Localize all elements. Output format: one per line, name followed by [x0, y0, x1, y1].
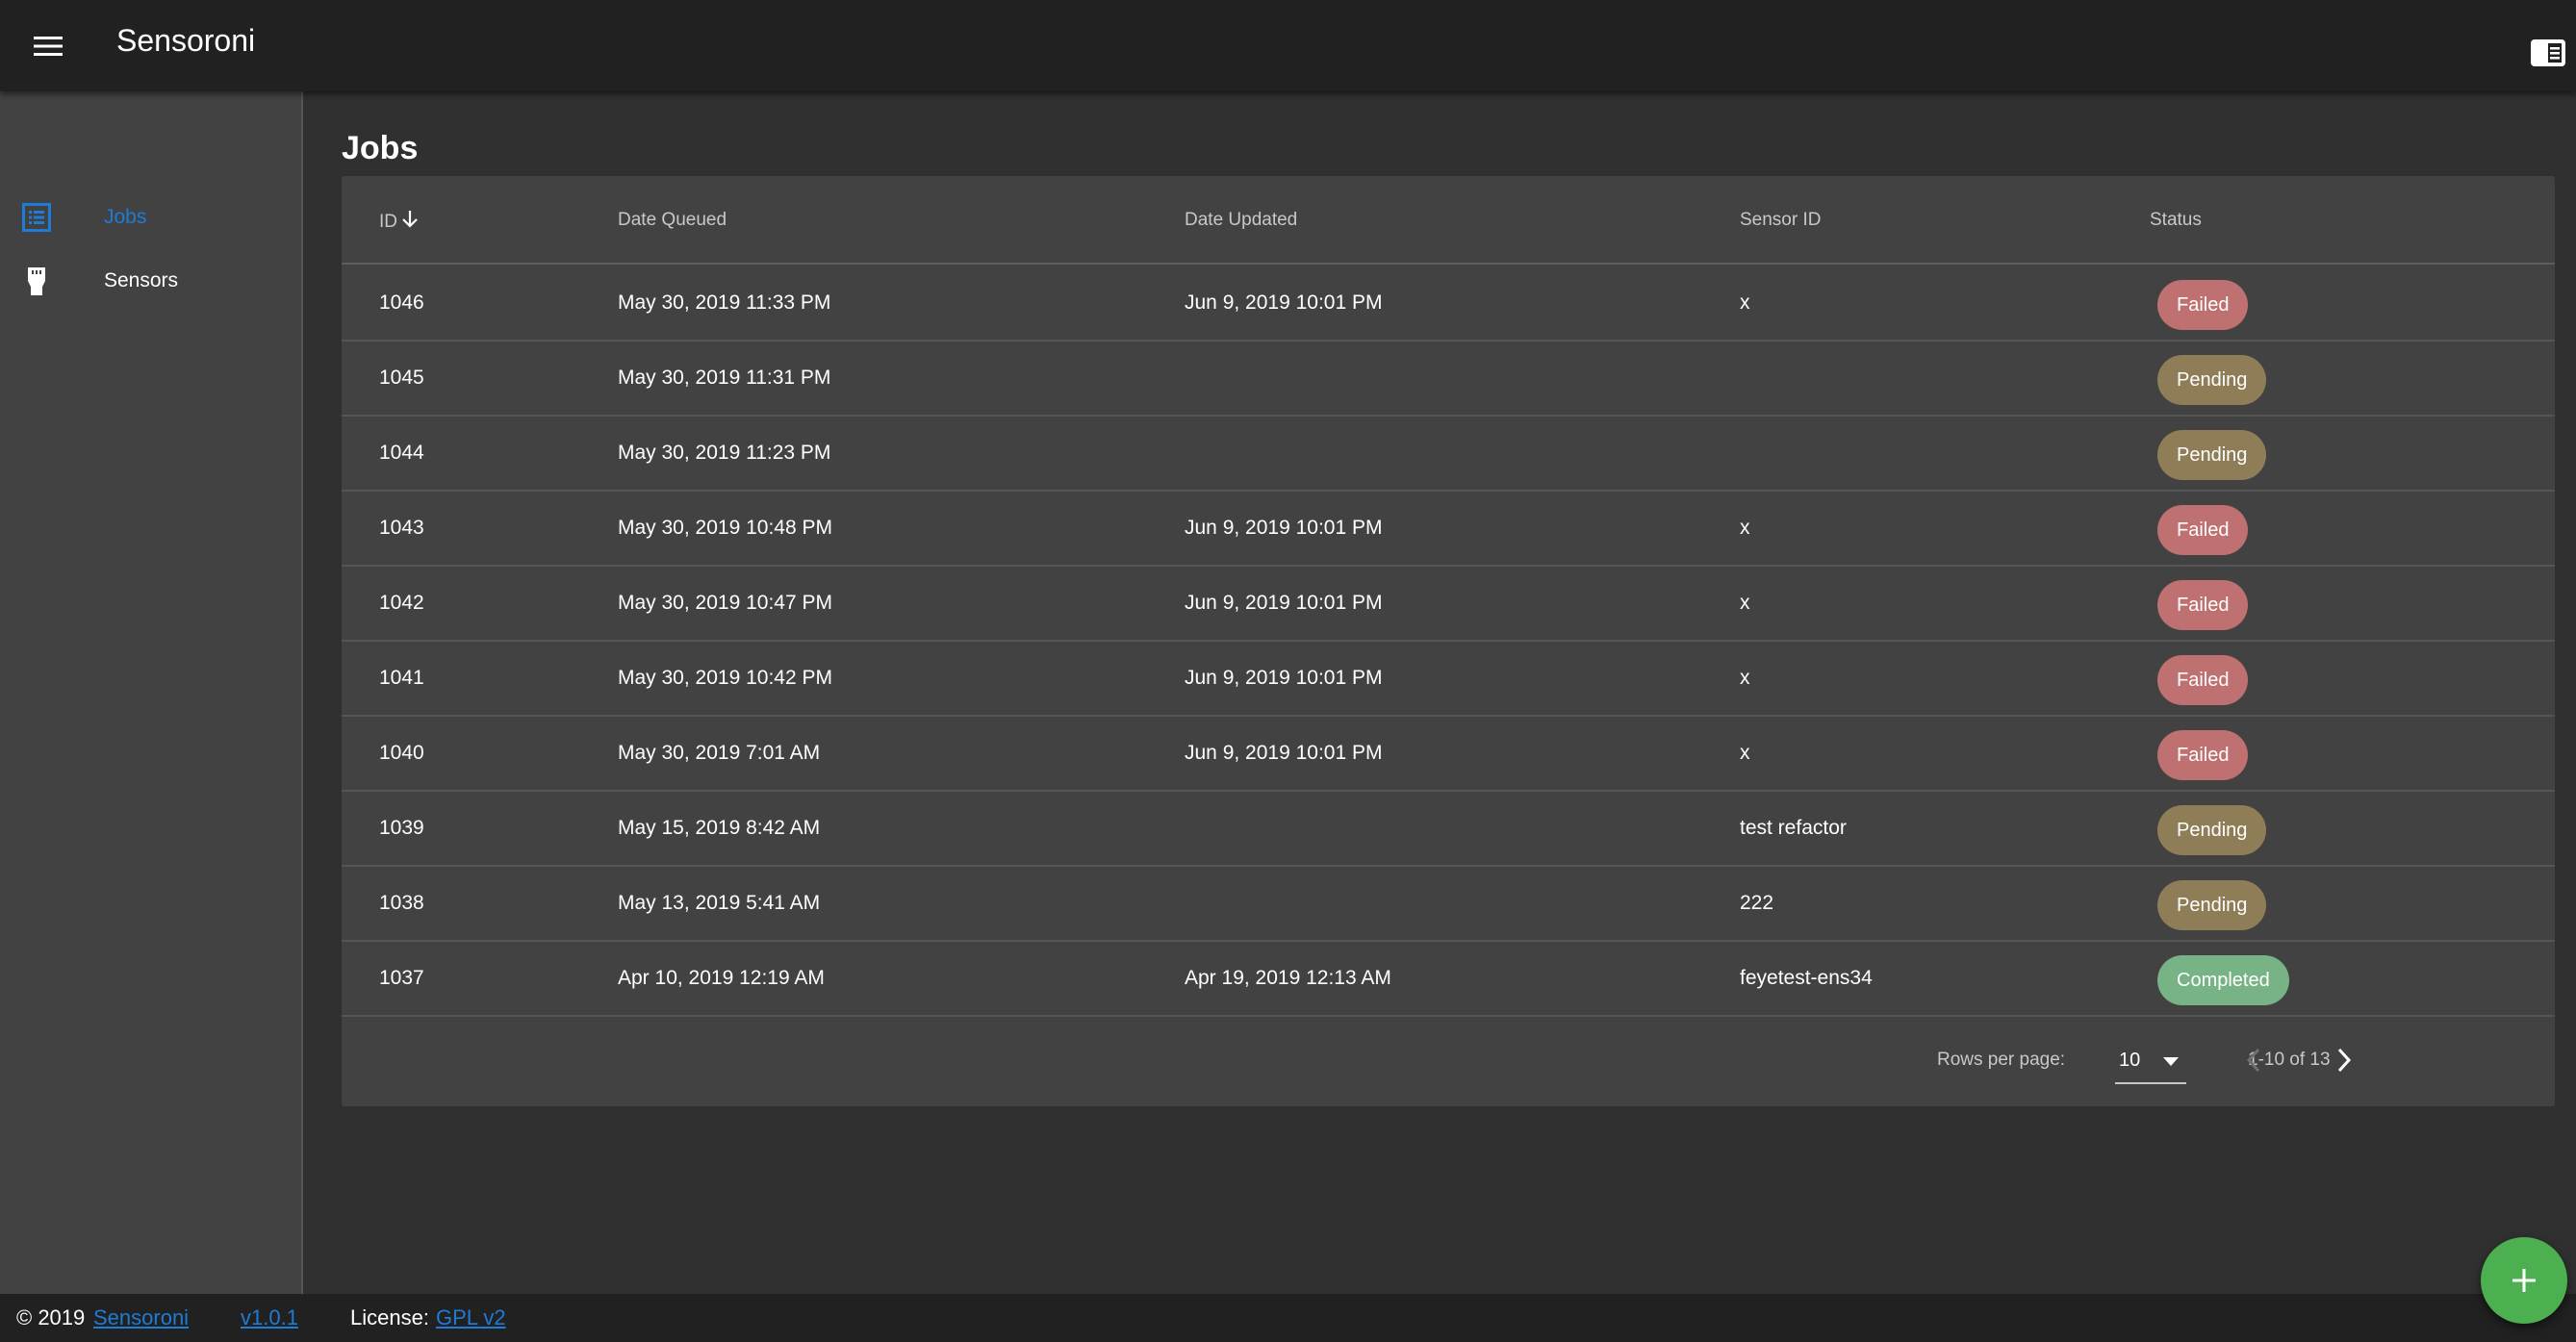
table-row[interactable]: 1044 May 30, 2019 11:23 PM Pending — [342, 417, 2555, 492]
status-badge: Completed — [2157, 955, 2289, 1005]
cell-date-updated: Jun 9, 2019 10:01 PM — [1185, 291, 1383, 314]
cell-date-queued: May 30, 2019 10:48 PM — [618, 517, 832, 539]
list-alt-icon — [19, 200, 54, 235]
rows-per-page-value: 10 — [2119, 1050, 2141, 1071]
sidebar-panel-icon — [2531, 39, 2565, 66]
sidebar-item-jobs[interactable]: Jobs — [0, 186, 301, 249]
footer: © 2019 Sensoroni v1.0.1 License: GPL v2 — [0, 1294, 2576, 1342]
page-title: Jobs — [342, 130, 419, 166]
cell-date-queued: May 13, 2019 5:41 AM — [618, 892, 821, 914]
sidebar: Jobs Sensors — [0, 91, 303, 1294]
chevron-right-icon — [2337, 1048, 2352, 1073]
status-badge: Pending — [2157, 805, 2267, 855]
dropdown-caret-icon — [2163, 1057, 2179, 1066]
cell-date-queued: May 30, 2019 10:42 PM — [618, 667, 832, 689]
cell-date-updated: Apr 19, 2019 12:13 AM — [1185, 967, 1391, 989]
cell-date-queued: May 30, 2019 7:01 AM — [618, 742, 821, 764]
column-header-id[interactable]: ID — [379, 210, 419, 235]
version-link[interactable]: v1.0.1 — [241, 1294, 298, 1342]
column-header-date-updated[interactable]: Date Updated — [1185, 210, 1297, 231]
status-badge: Pending — [2157, 355, 2267, 405]
status-badge: Failed — [2157, 730, 2249, 780]
cell-id: 1039 — [379, 817, 424, 839]
cell-id: 1043 — [379, 517, 424, 539]
cell-id: 1045 — [379, 367, 424, 389]
jobs-table: ID Date Queued Date Updated Sensor ID St… — [342, 176, 2555, 1106]
table-header: ID Date Queued Date Updated Sensor ID St… — [342, 176, 2555, 265]
cell-sensor-id: feyetest-ens34 — [1740, 967, 1873, 989]
cell-date-queued: Apr 10, 2019 12:19 AM — [618, 967, 825, 989]
cell-date-queued: May 30, 2019 11:33 PM — [618, 291, 831, 314]
status-badge: Failed — [2157, 655, 2249, 705]
menu-button[interactable] — [23, 21, 73, 71]
column-header-status[interactable]: Status — [2150, 210, 2202, 231]
cell-id: 1038 — [379, 892, 424, 914]
sensoroni-link[interactable]: Sensoroni — [93, 1294, 189, 1342]
table-row[interactable]: 1040 May 30, 2019 7:01 AM Jun 9, 2019 10:0… — [342, 717, 2555, 792]
cell-sensor-id: x — [1740, 667, 1750, 689]
table-row[interactable]: 1043 May 30, 2019 10:48 PM Jun 9, 2019 10:… — [342, 492, 2555, 567]
sidebar-item-label: Sensors — [104, 269, 179, 291]
cell-id: 1040 — [379, 742, 424, 764]
sidebar-item-label: Jobs — [104, 206, 147, 228]
status-badge: Failed — [2157, 280, 2249, 330]
cell-date-queued: May 15, 2019 8:42 AM — [618, 817, 821, 839]
cell-id: 1041 — [379, 667, 424, 689]
license-label: License: — [350, 1305, 429, 1329]
column-header-sensor-id[interactable]: Sensor ID — [1740, 210, 1821, 231]
add-job-button[interactable] — [2481, 1237, 2567, 1324]
cell-date-updated: Jun 9, 2019 10:01 PM — [1185, 667, 1383, 689]
plus-icon — [2512, 1269, 2536, 1292]
table-row[interactable]: 1039 May 15, 2019 8:42 AM test refactor Pen… — [342, 792, 2555, 867]
column-header-date-queued[interactable]: Date Queued — [618, 210, 727, 231]
ethernet-plug-icon — [19, 264, 54, 298]
table-row[interactable]: 1037 Apr 10, 2019 12:19 AM Apr 19, 2019 12… — [342, 942, 2555, 1017]
cell-id: 1037 — [379, 967, 424, 989]
table-row[interactable]: 1042 May 30, 2019 10:47 PM Jun 9, 2019 10:… — [342, 567, 2555, 642]
rows-per-page-label: Rows per page: — [1937, 1050, 2066, 1070]
license-link[interactable]: GPL v2 — [436, 1294, 506, 1342]
cell-id: 1046 — [379, 291, 424, 314]
cell-sensor-id: x — [1740, 291, 1750, 314]
status-badge: Pending — [2157, 430, 2267, 480]
cell-id: 1042 — [379, 592, 424, 614]
app-bar: Sensoroni — [0, 0, 2576, 91]
cell-date-updated: Jun 9, 2019 10:01 PM — [1185, 742, 1383, 764]
hamburger-menu-icon — [34, 37, 63, 56]
cell-sensor-id: x — [1740, 742, 1750, 764]
app-title: Sensoroni — [116, 23, 256, 58]
cell-sensor-id: 222 — [1740, 892, 1774, 914]
cell-date-queued: May 30, 2019 10:47 PM — [618, 592, 832, 614]
toggle-theme-button[interactable] — [2521, 29, 2575, 77]
cell-sensor-id: x — [1740, 517, 1750, 539]
cell-id: 1044 — [379, 442, 424, 464]
status-badge: Failed — [2157, 505, 2249, 555]
previous-page-button[interactable] — [2228, 1034, 2280, 1086]
cell-date-queued: May 30, 2019 11:31 PM — [618, 367, 831, 389]
cell-date-updated: Jun 9, 2019 10:01 PM — [1185, 517, 1383, 539]
arrow-down-icon — [401, 210, 419, 235]
sidebar-item-sensors[interactable]: Sensors — [0, 249, 301, 313]
copyright-text: © 2019 — [16, 1305, 86, 1329]
table-row[interactable]: 1038 May 13, 2019 5:41 AM 222 Pending — [342, 867, 2555, 942]
table-row[interactable]: 1045 May 30, 2019 11:31 PM Pending — [342, 342, 2555, 417]
cell-date-queued: May 30, 2019 11:23 PM — [618, 442, 831, 464]
main-content: Jobs ID Date Queued Date Updated Sensor … — [303, 91, 2576, 1294]
cell-date-updated: Jun 9, 2019 10:01 PM — [1185, 592, 1383, 614]
chevron-left-icon — [2246, 1048, 2260, 1073]
pagination: Rows per page: 10 1-10 of 13 — [342, 1015, 2555, 1106]
cell-sensor-id: x — [1740, 592, 1750, 614]
next-page-button[interactable] — [2318, 1034, 2370, 1086]
table-row[interactable]: 1041 May 30, 2019 10:42 PM Jun 9, 2019 10:… — [342, 642, 2555, 717]
rows-per-page-select[interactable]: 10 — [2115, 1036, 2186, 1084]
column-label: ID — [379, 212, 397, 232]
status-badge: Pending — [2157, 880, 2267, 930]
status-badge: Failed — [2157, 580, 2249, 630]
cell-sensor-id: test refactor — [1740, 817, 1847, 839]
table-row[interactable]: 1046 May 30, 2019 11:33 PM Jun 9, 2019 10:… — [342, 266, 2555, 342]
